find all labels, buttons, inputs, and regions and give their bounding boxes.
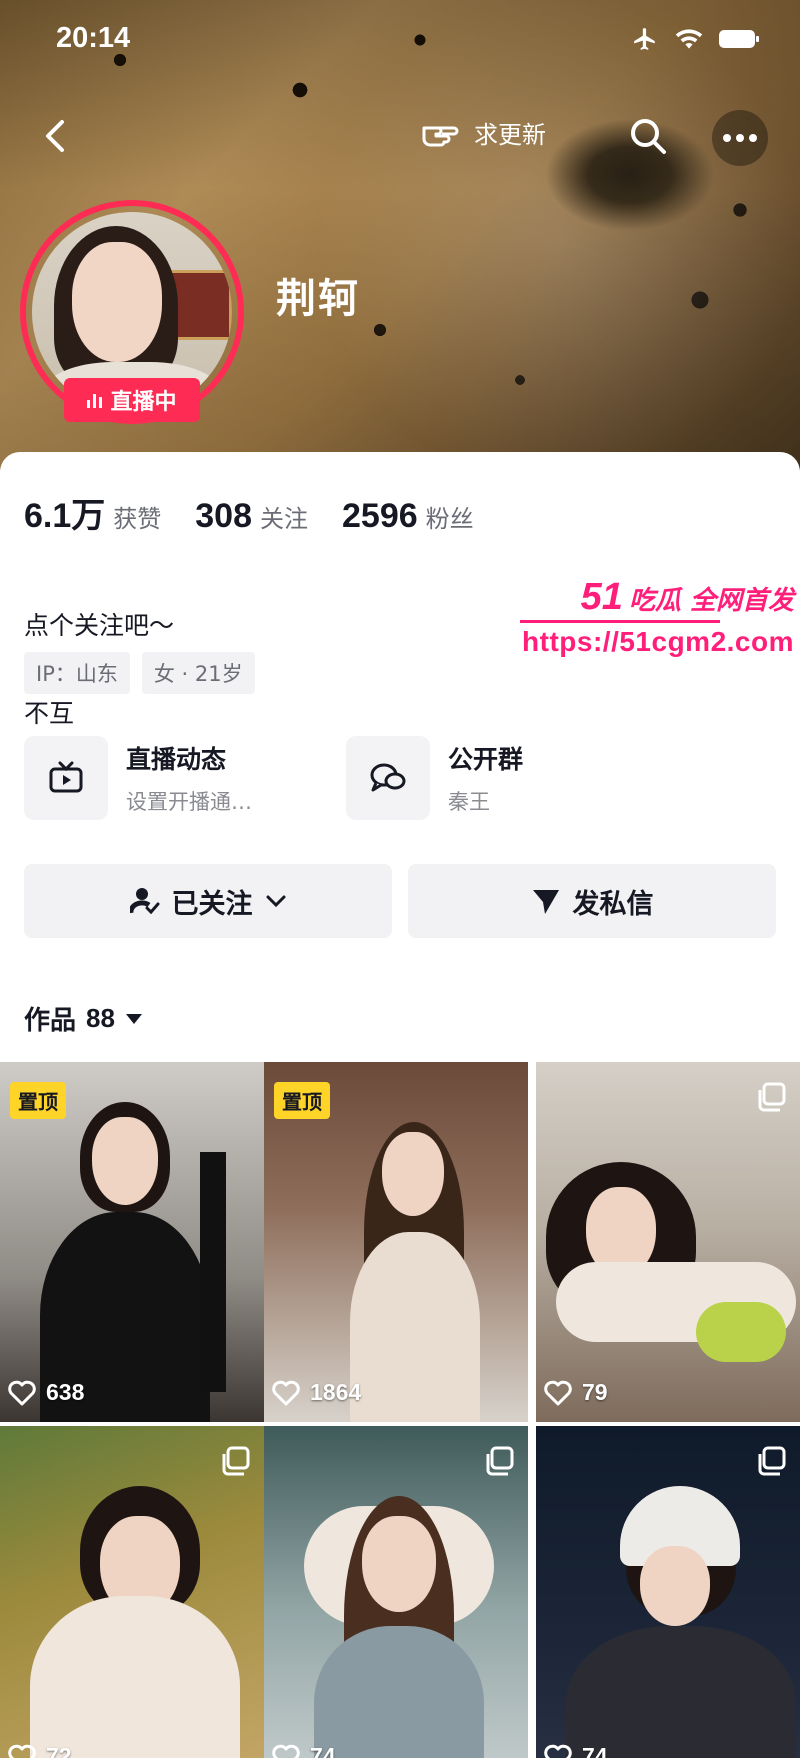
heart-icon	[8, 1380, 36, 1405]
watermark: 51 吃瓜 全网首发 https://51cgm2.com	[520, 576, 800, 666]
like-count-value: 638	[46, 1379, 85, 1405]
wifi-icon	[675, 29, 703, 49]
live-badge-label: 直播中	[110, 390, 177, 415]
chevron-down-icon	[266, 895, 285, 908]
stat-value: 6.1万	[24, 497, 106, 535]
like-count: 638	[8, 1379, 84, 1406]
live-bars-icon	[87, 392, 103, 408]
works-count: 88	[86, 1003, 115, 1033]
status-time: 20:14	[56, 22, 131, 54]
entry-subtitle: 秦王	[448, 790, 490, 814]
pinned-badge: 置顶	[274, 1082, 330, 1119]
chat-bubbles-icon	[370, 763, 406, 792]
stat-likes[interactable]: 6.1万 获赞	[24, 488, 161, 537]
heart-icon	[8, 1744, 36, 1758]
user-check-icon	[129, 888, 159, 915]
tv-icon	[49, 761, 83, 793]
heart-icon	[544, 1380, 572, 1405]
ip-location-tag: IP：山东	[24, 652, 130, 694]
bio-line: 点个关注吧～	[24, 611, 175, 640]
status-bar: 20:14	[56, 22, 760, 62]
stat-value: 2596	[342, 497, 418, 535]
like-count: 74	[272, 1743, 336, 1758]
send-message-label: 发私信	[572, 888, 654, 920]
watermark-url: https://51cgm2.com	[522, 626, 794, 657]
video-card[interactable]: 置顶 1864	[264, 1062, 528, 1422]
gender-age-tag: 女 · 21岁	[141, 652, 255, 694]
profile-actions: 已关注 发私信	[24, 864, 776, 938]
stat-following[interactable]: 308 关注	[195, 497, 308, 536]
heart-icon	[272, 1380, 300, 1405]
request-update-label: 求更新	[474, 120, 546, 149]
profile-stats: 6.1万 获赞 308 关注 2596 粉丝	[24, 488, 474, 537]
stat-label: 粉丝	[425, 505, 474, 533]
bio-line: 不互	[24, 699, 75, 728]
chevron-left-icon	[46, 120, 64, 152]
more-button[interactable]	[712, 110, 768, 166]
search-icon	[631, 119, 666, 154]
multi-image-icon	[758, 1446, 786, 1476]
multi-image-icon	[758, 1082, 786, 1112]
airplane-icon	[634, 28, 655, 50]
following-button[interactable]: 已关注	[24, 864, 392, 938]
stat-label: 关注	[260, 505, 308, 533]
works-label: 作品	[24, 1006, 77, 1036]
works-grid: 置顶 638 置顶 1864 79 72 74 74	[0, 1062, 800, 1758]
like-count-value: 74	[582, 1743, 608, 1758]
video-card[interactable]: 79	[536, 1062, 800, 1422]
following-label: 已关注	[171, 888, 253, 920]
video-card[interactable]: 74	[536, 1426, 800, 1758]
like-count-value: 79	[582, 1379, 608, 1405]
more-dots-icon	[723, 134, 757, 142]
like-count: 1864	[272, 1379, 361, 1406]
triangle-down-icon	[125, 1013, 142, 1024]
heart-icon	[544, 1744, 572, 1758]
stat-value: 308	[195, 497, 252, 535]
back-button[interactable]	[36, 114, 76, 158]
watermark-text: 吃瓜 全网首发	[628, 586, 794, 616]
entry-live-updates[interactable]: 直播动态 设置开播通…	[24, 736, 252, 820]
pointing-hand-icon	[422, 126, 459, 147]
battery-icon	[719, 30, 759, 48]
profile-tags: IP：山东 女 · 21岁	[24, 652, 255, 694]
pinned-badge: 置顶	[10, 1082, 66, 1119]
like-count-value: 72	[46, 1743, 72, 1758]
watermark-number: 51	[580, 576, 623, 618]
send-icon	[532, 890, 559, 914]
entry-subtitle: 设置开播通…	[126, 790, 252, 814]
profile-entries: 直播动态 设置开播通… 公开群 秦王	[24, 736, 776, 820]
like-count: 74	[544, 1743, 608, 1758]
like-count: 72	[8, 1743, 72, 1758]
search-button[interactable]	[626, 114, 670, 158]
stat-label: 获赞	[113, 505, 162, 533]
video-card[interactable]: 72	[0, 1426, 264, 1758]
stat-followers[interactable]: 2596 粉丝	[342, 497, 474, 536]
entry-title: 公开群	[448, 745, 524, 774]
send-message-button[interactable]: 发私信	[408, 864, 776, 938]
works-tab[interactable]: 作品 88	[24, 1000, 143, 1037]
live-badge[interactable]: 直播中	[64, 378, 200, 422]
avatar[interactable]: 直播中	[20, 200, 244, 424]
entry-icon-wrap	[346, 736, 430, 820]
watermark-brand: 51 吃瓜 全网首发	[581, 576, 794, 619]
watermark-line	[520, 620, 720, 623]
multi-image-icon	[486, 1446, 514, 1476]
video-card[interactable]: 置顶 638	[0, 1062, 264, 1422]
multi-image-icon	[222, 1446, 250, 1476]
video-card[interactable]: 74	[264, 1426, 528, 1758]
entry-title: 直播动态	[126, 745, 227, 774]
like-count: 79	[544, 1379, 608, 1406]
like-count-value: 74	[310, 1743, 336, 1758]
entry-public-group[interactable]: 公开群 秦王	[346, 736, 523, 820]
status-icons	[630, 26, 760, 52]
profile-nickname: 荆轲	[276, 276, 360, 322]
like-count-value: 1864	[310, 1379, 362, 1405]
request-update-button[interactable]: 求更新	[420, 114, 546, 150]
top-nav: 求更新	[0, 108, 800, 166]
entry-icon-wrap	[24, 736, 108, 820]
heart-icon	[272, 1744, 300, 1758]
